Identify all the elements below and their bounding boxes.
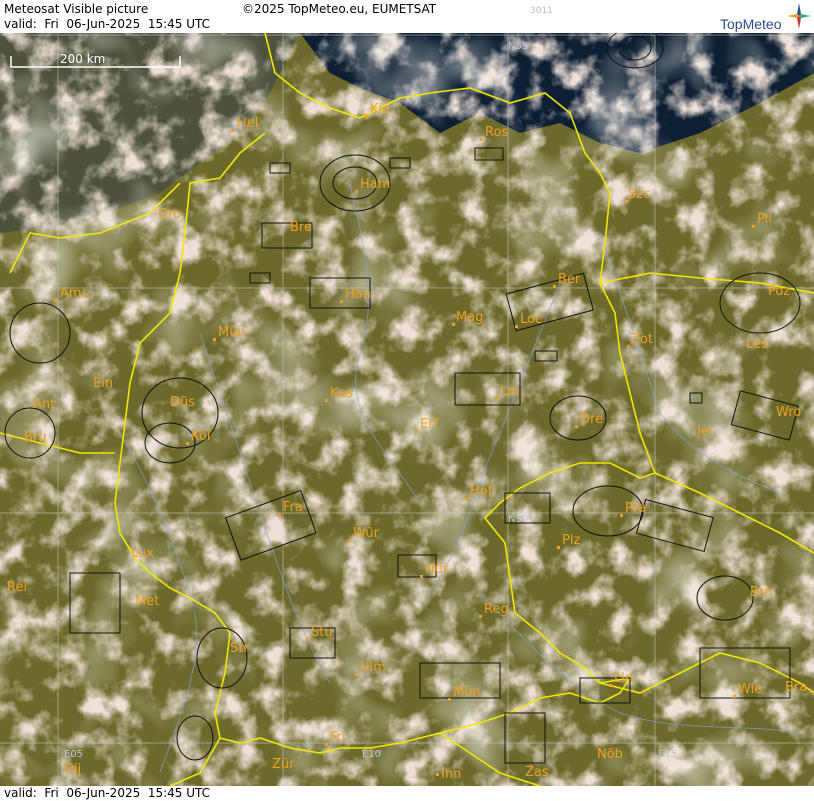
city-label: Zas — [525, 765, 549, 780]
grid-label-e15: E15 — [658, 749, 677, 760]
city-label: Nür — [425, 562, 449, 577]
city-label: Mün — [453, 685, 481, 700]
image-code-text: 3011 — [530, 6, 553, 16]
city-label: Ber — [558, 272, 581, 287]
city-label: Fra — [283, 500, 303, 515]
city-label: Ham — [360, 177, 390, 192]
footer-valid-time-text: valid: Fri 06-Jun-2025 15:45 UTC — [4, 786, 211, 800]
city-label: Les — [746, 337, 768, 352]
city-label: Hel — [237, 116, 258, 131]
city-label: Brn — [750, 585, 772, 600]
city-label: Fri — [330, 730, 346, 745]
city-label: Szc — [628, 187, 650, 202]
city-label: Loc — [520, 312, 542, 327]
city-label: Lux — [131, 546, 154, 561]
compass-icon — [787, 3, 811, 29]
city-label: Han — [345, 287, 371, 302]
grid-label-n50: N50 — [508, 514, 528, 525]
city-label: Ulm — [360, 660, 386, 675]
city-label: Nöb — [597, 747, 623, 762]
city-label: Poz — [768, 284, 790, 299]
city-label: Düs — [170, 395, 195, 410]
footer-bar: valid: Fri 06-Jun-2025 15:45 UTC — [0, 786, 814, 801]
city-label: Jel — [696, 424, 712, 439]
city-label: Zot — [631, 332, 653, 347]
city-label: Rei — [7, 580, 27, 595]
scale-label: 200 km — [60, 52, 106, 66]
city-label: Zür — [272, 757, 295, 772]
grid-label-e05: E05 — [64, 749, 83, 760]
map-frame: Meteosat Visible picture valid: Fri 06-J… — [0, 0, 814, 801]
topmeteo-logo: TopMeteo — [720, 16, 782, 32]
city-label: Kas — [330, 386, 353, 401]
city-label: Dij — [64, 762, 81, 777]
city-label: Wie — [738, 682, 762, 697]
city-label: Dre — [580, 412, 603, 427]
city-label: Ein — [93, 376, 113, 391]
cloud-haze — [0, 33, 814, 786]
city-label: Met — [135, 594, 159, 609]
city-label: Pra — [625, 501, 646, 516]
city-label: Mag — [456, 310, 483, 325]
title-text: Meteosat Visible picture — [4, 2, 149, 16]
city-label: Ams — [60, 286, 89, 301]
satellite-map: N55 N50 E05 E10 E15 Hel Kie Ros Ham Szc … — [0, 33, 814, 786]
city-label: Pil — [757, 212, 772, 227]
city-label: Lei — [500, 384, 519, 399]
city-label: Bra — [785, 680, 807, 695]
city-label: Inn — [441, 767, 461, 782]
city-label: Erf — [420, 417, 439, 432]
city-label: Wür — [353, 526, 380, 541]
city-label: Köl — [191, 429, 210, 444]
city-label: Lin — [614, 671, 633, 686]
city-label: Kie — [370, 102, 390, 117]
city-label: Ant — [33, 397, 55, 412]
city-label: Mün — [218, 325, 246, 340]
city-label: Plz — [562, 533, 580, 548]
city-label: Str — [230, 641, 249, 656]
city-label: Bre — [290, 220, 312, 235]
copyright-text: ©2025 TopMeteo.eu, EUMETSAT — [242, 2, 437, 16]
valid-time-text: valid: Fri 06-Jun-2025 15:45 UTC — [4, 17, 211, 31]
grid-label-n55: N55 — [508, 41, 528, 52]
header-bar: Meteosat Visible picture valid: Fri 06-J… — [0, 0, 814, 33]
city-label: Wro — [776, 405, 801, 420]
city-label: Reg — [484, 602, 509, 617]
city-label: Gro — [158, 207, 181, 222]
grid-label-e10: E10 — [362, 749, 381, 760]
city-label: Hof — [470, 484, 493, 499]
city-label: Bru — [24, 430, 47, 445]
city-label: Stu — [311, 625, 333, 640]
city-label: Ros — [485, 125, 508, 140]
